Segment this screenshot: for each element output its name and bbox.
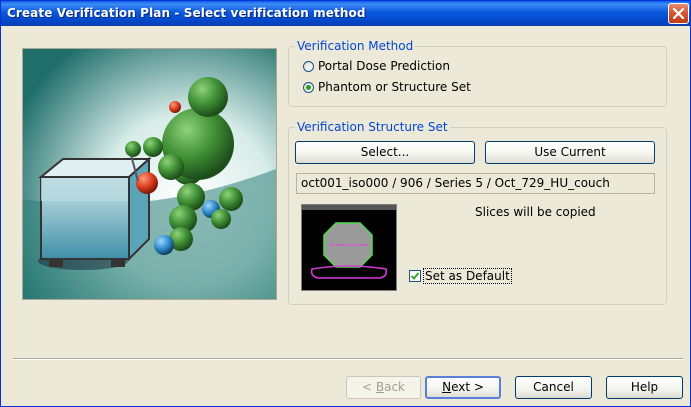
footer-separator [13,358,683,360]
next-button[interactable]: Next > [425,376,501,399]
select-button[interactable]: Select... [295,141,475,164]
structure-set-path-field: oct001_iso000 / 906 / Series 5 / Oct_729… [296,173,655,194]
robot-illustration-icon [23,49,276,299]
radio-label: Phantom or Structure Set [318,80,471,94]
back-button[interactable]: < Back [346,376,421,399]
close-icon [673,8,684,19]
checkmark-icon [411,272,419,280]
title-bar[interactable]: Create Verification Plan - Select verifi… [1,1,690,26]
close-button[interactable] [668,3,689,24]
radio-phantom-or-structure-set[interactable]: Phantom or Structure Set [303,79,471,95]
cancel-button[interactable]: Cancel [515,376,592,399]
structure-set-thumbnail [301,204,397,291]
window-title: Create Verification Plan - Select verifi… [7,6,366,20]
radio-button[interactable] [303,60,314,72]
checkbox-box[interactable] [409,270,421,282]
wizard-illustration [22,48,277,300]
help-button[interactable]: Help [606,376,683,399]
back-prefix: < [361,380,376,394]
verification-structure-set-legend: Verification Structure Set [297,120,448,134]
radio-button-selected[interactable] [303,81,314,93]
back-rest: ack [384,380,405,394]
dialog-window: Create Verification Plan - Select verifi… [0,0,691,407]
next-mnemonic: N [442,380,452,394]
radio-portal-dose-prediction[interactable]: Portal Dose Prediction [303,58,450,74]
ct-slice-preview-icon [302,205,396,290]
use-current-button[interactable]: Use Current [485,141,655,164]
slices-copied-note: Slices will be copied [475,205,596,219]
set-as-default-checkbox[interactable]: Set as Default [409,268,512,284]
verification-method-legend: Verification Method [297,39,414,53]
radio-label: Portal Dose Prediction [318,59,450,73]
set-as-default-label: Set as Default [423,268,512,284]
next-rest: ext > [451,380,484,394]
back-mnemonic: B [375,380,385,394]
